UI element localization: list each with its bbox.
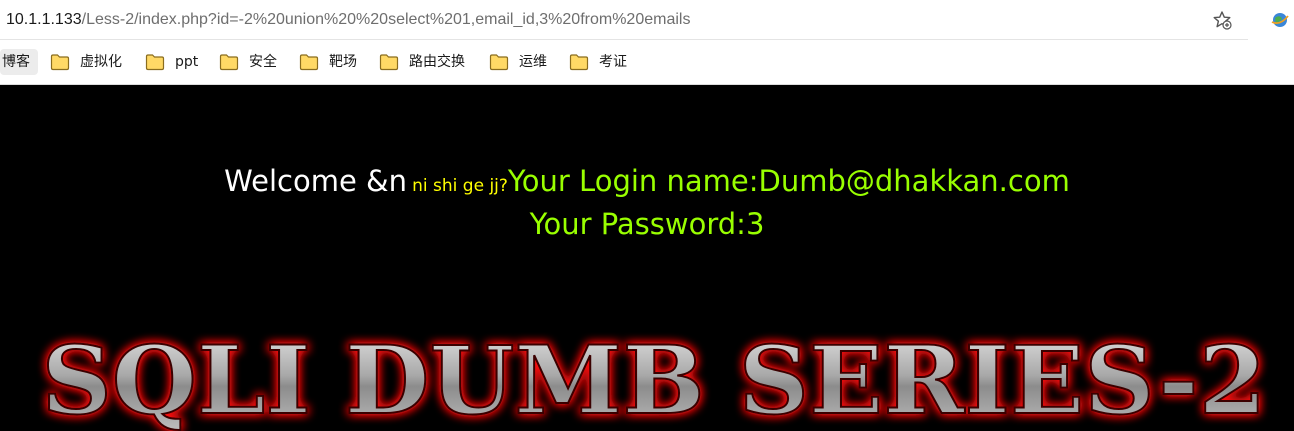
folder-icon: [219, 53, 239, 71]
bookmark-label: 靶场: [329, 54, 357, 70]
query-result: Welcome &n ni shi ge jj?Your Login name:…: [0, 162, 1294, 248]
bookmark-label: 运维: [519, 54, 547, 70]
bookmark-folder[interactable]: 安全: [219, 49, 277, 75]
bookmark-folder[interactable]: 路由交换: [379, 49, 465, 75]
bookmark-folder[interactable]: 考证: [569, 49, 627, 75]
login-name-text: Your Login name:Dumb@dhakkan.com: [507, 164, 1070, 198]
result-line-2: Your Password:3: [0, 205, 1294, 248]
folder-icon: [299, 53, 319, 71]
bookmark-label: 路由交换: [409, 54, 465, 70]
url-path: /Less-2/index.php?id=-2%20union%20%20sel…: [81, 11, 691, 28]
result-line-1: Welcome &n ni shi ge jj?Your Login name:…: [0, 162, 1294, 205]
bookmark-folder[interactable]: 靶场: [299, 49, 357, 75]
alias-text: ni shi ge jj?: [412, 176, 508, 196]
bookmark-item[interactable]: 博客: [0, 49, 38, 75]
bookmark-star-icon[interactable]: [1210, 8, 1234, 32]
bookmark-folder[interactable]: 运维: [489, 49, 547, 75]
folder-icon: [379, 53, 399, 71]
bookmark-folder[interactable]: 虚拟化: [50, 49, 122, 75]
sqli-banner-image: SQLI DUMB SERIES-2: [41, 325, 1268, 431]
bookmark-label: ppt: [175, 54, 199, 70]
banner-text: SQLI DUMB SERIES-2: [42, 326, 1267, 431]
welcome-text: Welcome &n: [224, 164, 408, 198]
globe-extension-icon[interactable]: [1268, 8, 1292, 32]
browser-address-bar: 10.1.1.133/Less-2/index.php?id=-2%20unio…: [0, 0, 1294, 40]
url-host: 10.1.1.133: [6, 11, 82, 28]
folder-icon: [489, 53, 509, 71]
bookmark-label: 考证: [599, 54, 627, 70]
bookmark-label: 安全: [249, 54, 277, 70]
folder-icon: [50, 53, 70, 71]
bookmarks-bar: 博客 虚拟化 ppt 安全 靶场 路由交换 运维 考证: [0, 40, 1294, 85]
page-body: Welcome &n ni shi ge jj?Your Login name:…: [0, 86, 1294, 431]
folder-icon: [145, 53, 165, 71]
bookmark-folder[interactable]: ppt: [145, 49, 198, 75]
password-text: Your Password:3: [529, 207, 765, 241]
folder-icon: [569, 53, 589, 71]
bookmark-label: 虚拟化: [80, 54, 122, 70]
url-input[interactable]: 10.1.1.133/Less-2/index.php?id=-2%20unio…: [0, 0, 1248, 40]
